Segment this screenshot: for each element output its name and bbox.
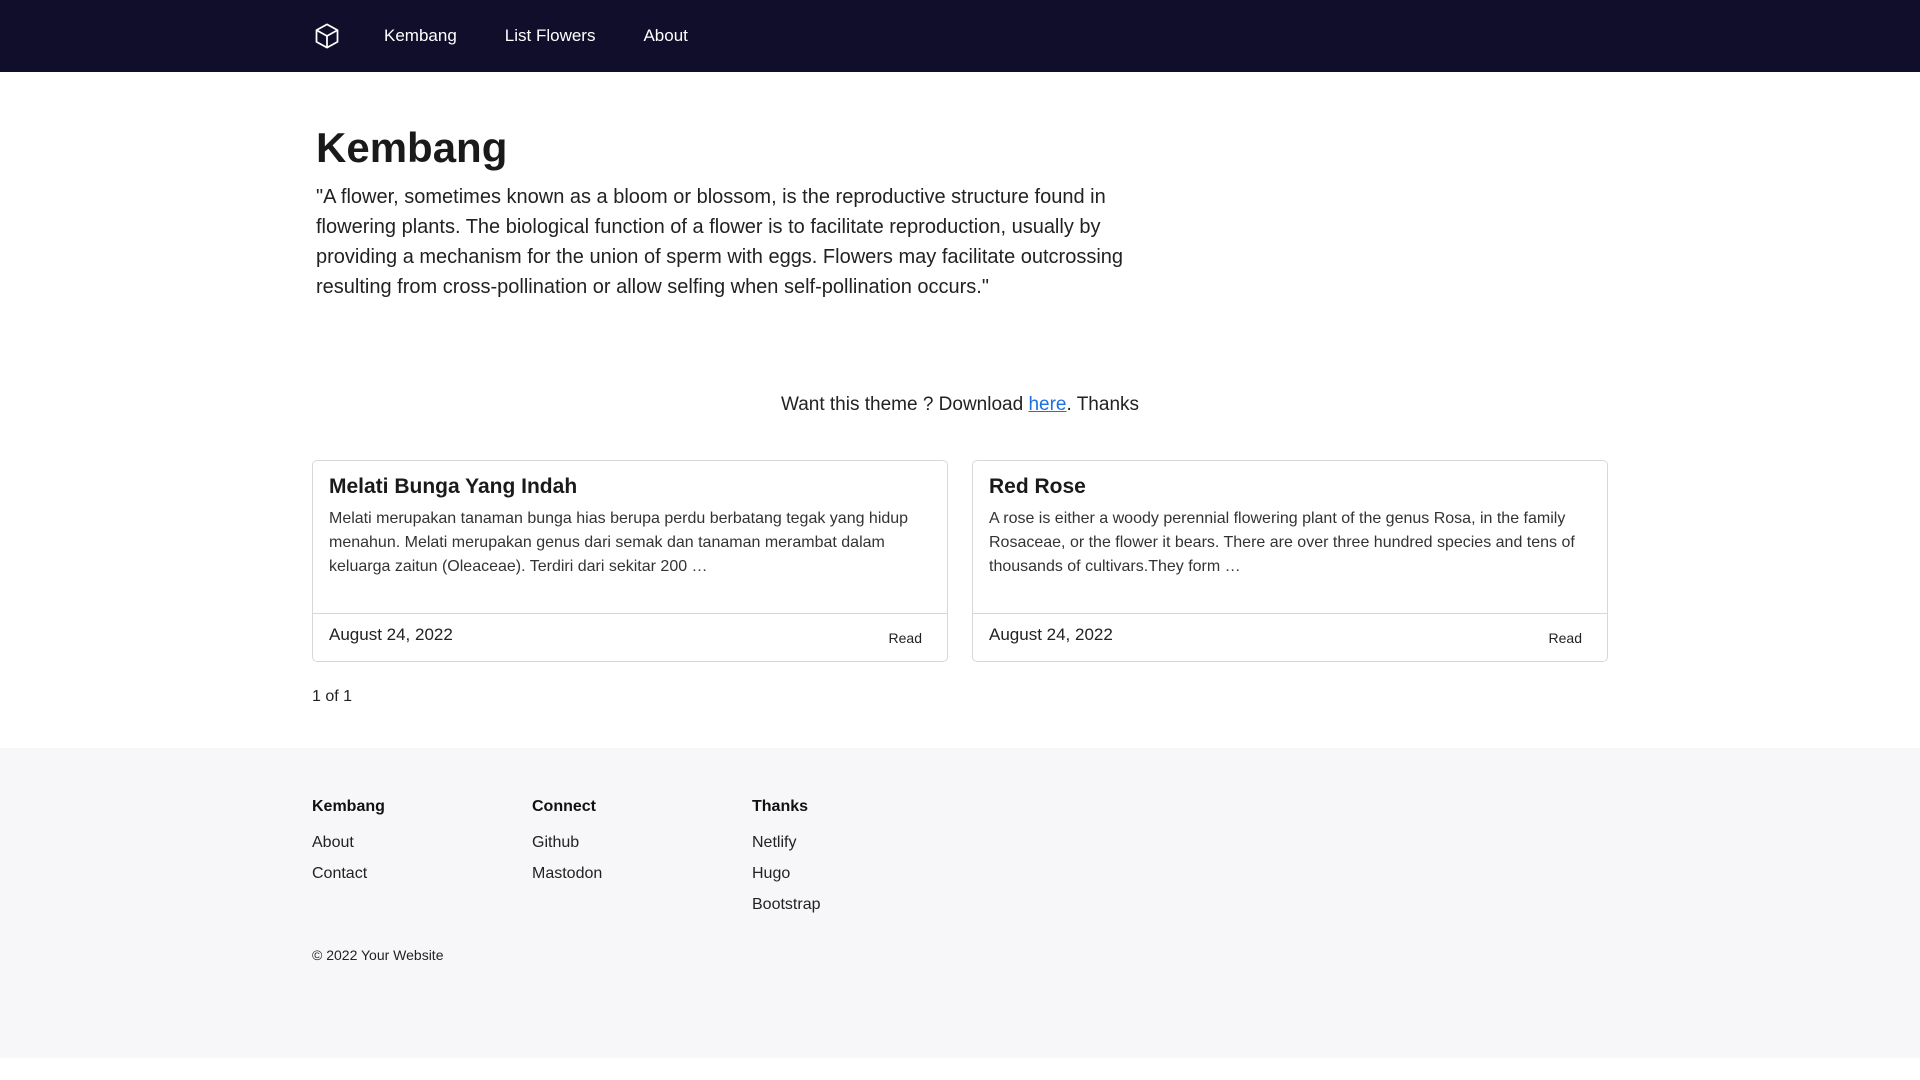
footer-column-thanks: Thanks Netlify Hugo Bootstrap <box>752 798 972 927</box>
promo-prefix: Want this theme ? Download <box>780 394 1029 415</box>
footer-link-hugo[interactable]: Hugo <box>752 865 972 883</box>
footer-heading: Kembang <box>312 798 385 815</box>
cube-icon <box>315 23 339 49</box>
post-card: Red Rose A rose is either a woody perenn… <box>972 460 1608 662</box>
footer-columns: Kembang About Contact Connect Github Mas… <box>312 798 1608 927</box>
post-card: Melati Bunga Yang Indah Melati merupakan… <box>312 460 948 662</box>
read-link[interactable]: Read <box>1549 630 1582 646</box>
promo-suffix: . Thanks <box>1066 394 1140 415</box>
nav-link-kembang[interactable]: Kembang <box>384 26 457 46</box>
post-excerpt: A rose is either a woody perennial flowe… <box>989 510 1575 575</box>
nav-link-list-flowers[interactable]: List Flowers <box>505 26 596 46</box>
post-list: Melati Bunga Yang Indah Melati merupakan… <box>312 460 1608 662</box>
card-footer: August 24, 2022 Read <box>973 613 1607 661</box>
brand-logo[interactable] <box>312 21 342 51</box>
download-link[interactable]: here <box>1028 394 1066 415</box>
footer-container: Kembang About Contact Connect Github Mas… <box>312 748 1608 963</box>
footer-link-about[interactable]: About <box>312 834 532 852</box>
footer-column-connect: Connect Github Mastodon <box>532 798 752 927</box>
site-footer: Kembang About Contact Connect Github Mas… <box>0 748 1920 1058</box>
theme-promo: Want this theme ? Download here. Thanks <box>312 394 1608 416</box>
post-title[interactable]: Red Rose <box>989 475 1591 499</box>
footer-link-mastodon[interactable]: Mastodon <box>532 865 752 883</box>
card-footer: August 24, 2022 Read <box>313 613 947 661</box>
card-body: Red Rose A rose is either a woody perenn… <box>973 461 1607 613</box>
hero-section: Kembang "A flower, sometimes known as a … <box>312 72 1608 302</box>
page-title: Kembang <box>316 124 508 171</box>
post-excerpt: Melati merupakan tanaman bunga hias beru… <box>329 510 909 575</box>
hero-quote: "A flower, sometimes known as a bloom or… <box>316 186 1124 298</box>
footer-column-kembang: Kembang About Contact <box>312 798 532 927</box>
footer-link-netlify[interactable]: Netlify <box>752 834 972 852</box>
copyright: © 2022 Your Website <box>312 947 444 963</box>
footer-link-bootstrap[interactable]: Bootstrap <box>752 896 972 914</box>
post-date: August 24, 2022 <box>989 624 1113 644</box>
post-title[interactable]: Melati Bunga Yang Indah <box>329 475 931 499</box>
pagination-status: 1 of 1 <box>312 688 353 705</box>
footer-link-github[interactable]: Github <box>532 834 752 852</box>
nav-link-about[interactable]: About <box>643 26 687 46</box>
card-body: Melati Bunga Yang Indah Melati merupakan… <box>313 461 947 613</box>
read-link[interactable]: Read <box>889 630 922 646</box>
navbar-container: Kembang List Flowers About <box>312 21 1608 51</box>
footer-link-contact[interactable]: Contact <box>312 865 532 883</box>
footer-heading: Connect <box>532 798 596 815</box>
top-navbar: Kembang List Flowers About <box>0 0 1920 72</box>
footer-heading: Thanks <box>752 798 809 815</box>
main-content: Kembang "A flower, sometimes known as a … <box>312 72 1608 706</box>
post-date: August 24, 2022 <box>329 624 453 644</box>
